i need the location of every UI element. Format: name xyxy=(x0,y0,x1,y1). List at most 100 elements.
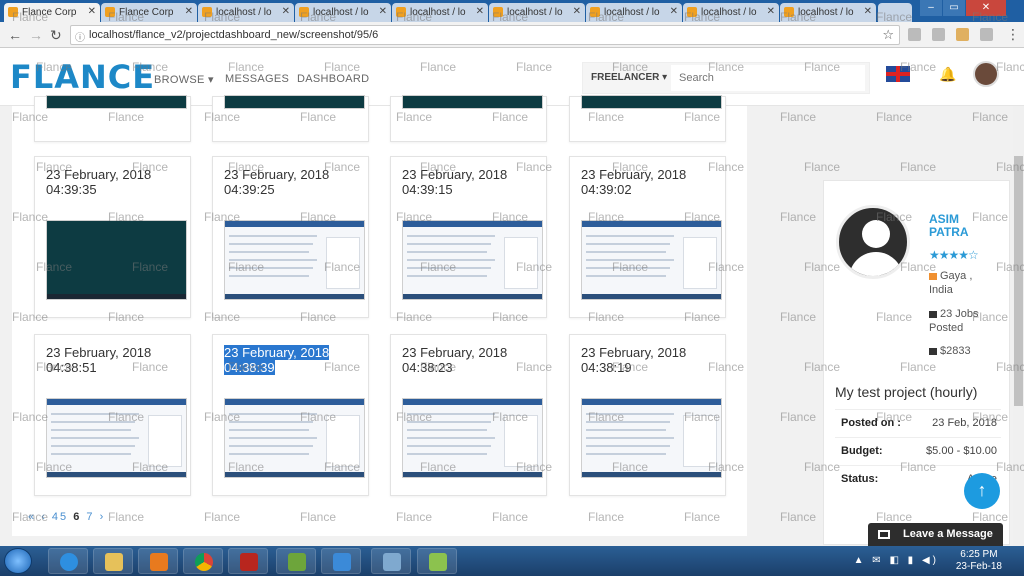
browser-tab[interactable]: Flance Corp ✕ xyxy=(4,3,100,22)
screenshot-date: 23 February, 2018 xyxy=(46,345,152,360)
bell-icon[interactable]: 🔔 xyxy=(939,66,956,83)
screenshot-thumbnail[interactable] xyxy=(581,220,722,300)
close-tab-icon[interactable]: ✕ xyxy=(864,6,872,17)
pagination-next[interactable]: › xyxy=(100,511,106,523)
menu-icon[interactable]: ⋮ xyxy=(1006,26,1020,43)
flance-favicon-icon xyxy=(105,7,115,17)
close-tab-icon[interactable]: ✕ xyxy=(379,6,387,17)
screenshot-card[interactable] xyxy=(569,95,726,142)
screenshot-thumbnail[interactable] xyxy=(224,398,365,478)
notepad-taskbar-button[interactable] xyxy=(276,548,316,574)
page-scrollbar[interactable] xyxy=(1013,106,1024,546)
close-tab-icon[interactable]: ✕ xyxy=(767,6,775,17)
uk-flag-icon[interactable] xyxy=(886,66,910,82)
search-input[interactable] xyxy=(671,65,865,91)
screenshot-thumbnail[interactable] xyxy=(581,95,722,109)
screenshot-card[interactable]: 23 February, 2018 04:39:35 xyxy=(34,156,191,318)
back-icon[interactable]: ← xyxy=(8,27,22,43)
reload-icon[interactable]: ↻ xyxy=(50,27,62,44)
close-tab-icon[interactable]: ✕ xyxy=(573,6,581,17)
minimize-icon[interactable]: – xyxy=(920,0,942,16)
screenshot-date: 23 February, 2018 xyxy=(224,345,330,360)
screenshot-thumbnail[interactable] xyxy=(402,220,543,300)
screenshot-card[interactable]: 23 February, 2018 04:38:23 xyxy=(390,334,547,496)
browser-tab[interactable]: localhost / lo ✕ xyxy=(198,3,294,22)
info-icon[interactable]: ⓘ xyxy=(75,29,85,44)
scrollbar-thumb[interactable] xyxy=(1014,156,1023,406)
screenshot-card[interactable]: 23 February, 2018 04:39:02 xyxy=(569,156,726,318)
media-taskbar-button[interactable] xyxy=(138,548,178,574)
filezilla-icon xyxy=(240,553,258,571)
role-select[interactable]: FREELANCER ▾ xyxy=(591,72,667,83)
browser-tab[interactable]: localhost / lo ✕ xyxy=(295,3,391,22)
browser-tab[interactable]: localhost / lo ✕ xyxy=(780,3,876,22)
bookmark-star-icon[interactable]: ☆ xyxy=(882,27,894,43)
browser-tab[interactable]: localhost / lo ✕ xyxy=(392,3,488,22)
pagination-first[interactable]: « xyxy=(28,511,36,523)
scroll-to-top-button[interactable]: ↑ xyxy=(964,473,1000,509)
system-tray[interactable]: ▲ ✉ ◧ ▮ ◀) xyxy=(854,555,939,566)
phpmyadmin-favicon-icon xyxy=(396,7,406,17)
screenshot-card[interactable] xyxy=(390,95,547,142)
ie-taskbar-button[interactable] xyxy=(48,548,88,574)
phpmyadmin-favicon-icon xyxy=(784,7,794,17)
extension-icon[interactable] xyxy=(956,28,969,41)
app-taskbar-button[interactable] xyxy=(371,548,411,574)
screenshot-card[interactable]: 23 February, 2018 04:38:19 xyxy=(569,334,726,496)
maximize-icon[interactable]: ▭ xyxy=(943,0,965,16)
pagination-prev[interactable]: ‹ xyxy=(41,511,47,523)
explorer-taskbar-button[interactable] xyxy=(93,548,133,574)
extension-icon[interactable] xyxy=(908,28,921,41)
screenshot-card[interactable] xyxy=(212,95,369,142)
browser-tab[interactable]: Flance Corp ✕ xyxy=(101,3,197,22)
screenshot-card[interactable]: 23 February, 201804:38:39 xyxy=(212,334,369,496)
start-button[interactable] xyxy=(4,548,32,574)
forward-icon[interactable]: → xyxy=(29,27,43,43)
browser-tab[interactable]: localhost / lo ✕ xyxy=(683,3,779,22)
window-close-icon[interactable]: ✕ xyxy=(966,0,1006,16)
filezilla-taskbar-button[interactable] xyxy=(228,548,268,574)
url-input[interactable]: ⓘ localhost/flance_v2/projectdashboard_n… xyxy=(70,25,900,45)
pagination-page[interactable]: 7 xyxy=(86,511,94,523)
flance-logo[interactable]: FLANCE xyxy=(10,58,155,96)
network-taskbar-button[interactable] xyxy=(321,548,361,574)
close-tab-icon[interactable]: ✕ xyxy=(185,6,193,17)
screenshot-thumbnail[interactable] xyxy=(224,95,365,109)
screenshot-timestamp: 23 February, 2018 04:39:02 xyxy=(570,157,725,207)
nav-dashboard[interactable]: DASHBOARD xyxy=(297,73,369,85)
screenshot-card[interactable] xyxy=(34,95,191,142)
screenshot-thumbnail[interactable] xyxy=(402,95,543,109)
screenshot-thumbnail[interactable] xyxy=(46,398,187,478)
screenshot-timestamp: 23 February, 2018 04:38:19 xyxy=(570,335,725,385)
profile-name[interactable]: ASIM PATRA xyxy=(929,213,989,239)
new-tab-button[interactable] xyxy=(878,3,912,22)
nav-browse[interactable]: BROWSE ▾ xyxy=(154,73,214,86)
pagination-page[interactable]: 5 xyxy=(60,511,68,523)
snipping-taskbar-button[interactable] xyxy=(417,548,457,574)
screenshot-thumbnail[interactable] xyxy=(402,398,543,478)
extension-icon[interactable] xyxy=(932,28,945,41)
nav-messages[interactable]: MESSAGES xyxy=(225,73,289,85)
chrome-taskbar-button[interactable] xyxy=(183,548,223,574)
screenshot-thumbnail[interactable] xyxy=(46,220,187,300)
close-tab-icon[interactable]: ✕ xyxy=(476,6,484,17)
leave-message-button[interactable]: Leave a Message xyxy=(868,523,1003,547)
close-tab-icon[interactable]: ✕ xyxy=(670,6,678,17)
screenshot-card[interactable]: 23 February, 2018 04:39:15 xyxy=(390,156,547,318)
screenshot-thumbnail[interactable] xyxy=(46,95,187,109)
user-avatar[interactable] xyxy=(973,61,999,87)
browser-tab[interactable]: localhost / lo ✕ xyxy=(489,3,585,22)
window-app-icon xyxy=(383,553,401,571)
screenshot-thumbnail[interactable] xyxy=(224,220,365,300)
close-tab-icon[interactable]: ✕ xyxy=(88,6,96,17)
screenshot-thumbnail[interactable] xyxy=(581,398,722,478)
browser-tab[interactable]: localhost / lo ✕ xyxy=(586,3,682,22)
screenshot-card[interactable]: 23 February, 2018 04:39:25 xyxy=(212,156,369,318)
screenshot-card[interactable]: 23 February, 2018 04:38:51 xyxy=(34,334,191,496)
extension-icon[interactable] xyxy=(980,28,993,41)
pagination-page[interactable]: 4 xyxy=(52,511,60,523)
tray-clock[interactable]: 6:25 PM 23-Feb-18 xyxy=(956,549,1002,573)
screenshot-time: 04:38:51 xyxy=(46,360,97,375)
screenshot-time: 04:38:39 xyxy=(224,360,275,375)
close-tab-icon[interactable]: ✕ xyxy=(282,6,290,17)
